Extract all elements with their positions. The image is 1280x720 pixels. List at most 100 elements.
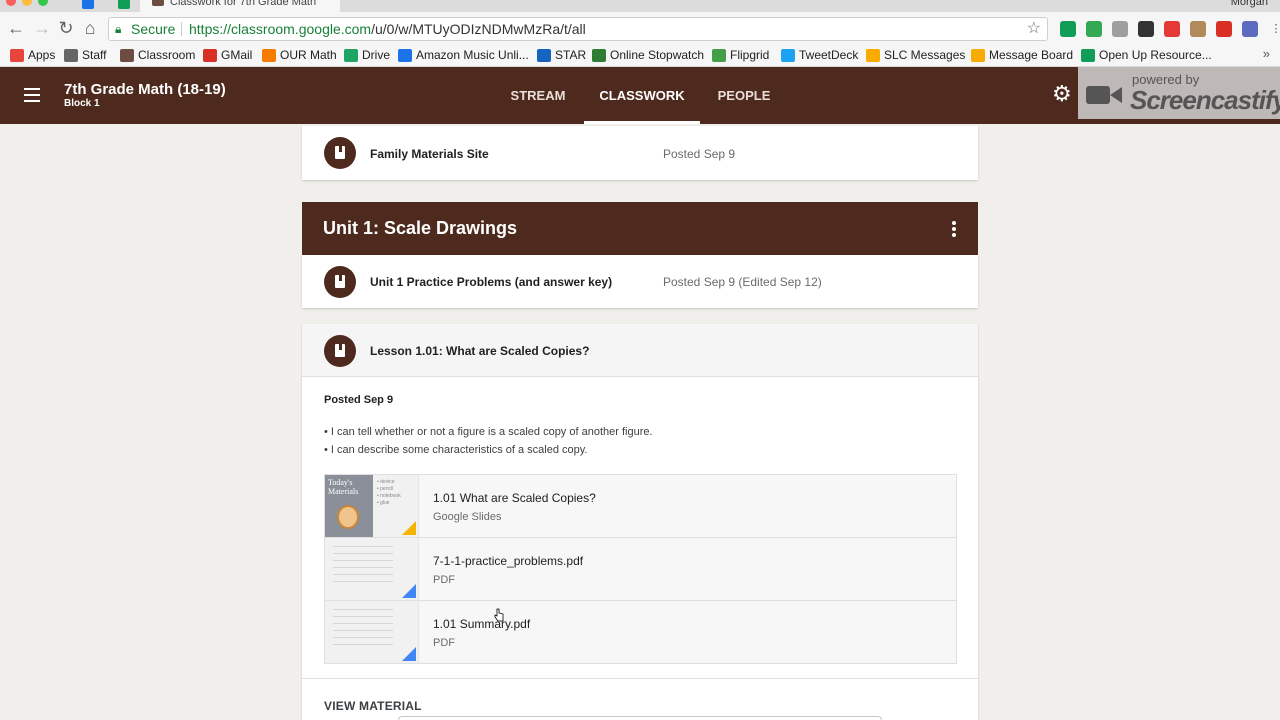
attachment-title[interactable]: 1.01 Summary.pdf [433,617,530,631]
bookmark-label: Flipgrid [730,48,770,62]
sheets-icon [1081,48,1095,62]
bookmark-label: Staff [82,48,107,62]
close-window-icon[interactable] [6,0,16,6]
bookmark-label: SLC Messages [884,48,966,62]
back-arrow-icon[interactable]: ← [6,18,26,38]
bookmark-item[interactable]: OUR Math [262,48,337,62]
material-lesson-expanded: Lesson 1.01: What are Scaled Copies? Pos… [302,324,978,720]
bookmark-label: Message Board [989,48,1074,62]
bookmark-item[interactable]: Amazon Music Unli... [398,48,529,62]
comment-input[interactable] [398,716,882,720]
active-browser-tab[interactable]: Classwork for 7th Grade Math [140,0,340,12]
chromecast-icon[interactable] [1112,21,1128,37]
material-book-icon [324,335,356,367]
attachment-slides[interactable]: Today's Materials • device • pencil • no… [325,475,956,538]
class-section: Block 1 [64,98,100,109]
material-date: Posted Sep 9 (Edited Sep 12) [663,275,822,289]
drive-icon [344,48,358,62]
tab-people[interactable]: PEOPLE [708,67,780,124]
our-math-icon [262,48,276,62]
profile-name[interactable]: Morgan [1231,0,1268,8]
classroom-icon [120,48,134,62]
material-title[interactable]: Family Materials Site [370,147,489,161]
browser-toolbar: ← → ↻ ⌂ 🔒︎ Secure https://classroom.goog… [0,12,1280,46]
bookmark-item[interactable]: Apps [10,48,55,62]
lesson-posted-date: Posted Sep 9 [324,394,394,406]
lesson-header[interactable]: Lesson 1.01: What are Scaled Copies? [302,324,978,377]
lesson-objective: • I can tell whether or not a figure is … [324,426,653,438]
bookmark-label: Open Up Resource... [1099,48,1212,62]
bookmark-label: TweetDeck [799,48,859,62]
chrome-menu-icon[interactable]: ⋮ [1268,21,1280,37]
view-material-link[interactable]: VIEW MATERIAL [324,699,422,713]
material-book-icon [324,266,356,298]
sheets-tab-icon[interactable] [118,0,130,9]
url-text: https://classroom.google.com/u/0/w/MTUyO… [189,21,586,37]
bookmark-item[interactable]: TweetDeck [781,48,858,62]
bookmark-star-icon[interactable]: ☆ [1027,18,1041,40]
material-practice-problems[interactable]: Unit 1 Practice Problems (and answer key… [302,255,978,308]
material-date: Posted Sep 9 [663,147,736,161]
tab-stream[interactable]: STREAM [500,67,576,124]
window-controls[interactable] [6,0,48,6]
attachment-type: Google Slides [433,511,502,523]
tab-classwork[interactable]: CLASSWORK [584,67,700,124]
attachments-list: Today's Materials • device • pencil • no… [324,474,957,664]
tab-title: Classwork for 7th Grade Math [170,0,317,8]
green-extension-icon[interactable] [1086,21,1102,37]
hand-cursor-icon [494,608,504,622]
material-family-site[interactable]: Family Materials Site Posted Sep 9 [302,126,978,180]
bookmark-item[interactable]: Staff [64,48,106,62]
pinned-tab-icon[interactable] [82,0,94,9]
attachment-type: PDF [433,574,455,586]
maximize-window-icon[interactable] [38,0,48,6]
class-title[interactable]: 7th Grade Math (18-19) [64,81,226,98]
bookmark-item[interactable]: Message Board [971,48,1073,62]
more-bookmarks-icon[interactable]: » [1263,46,1270,61]
address-bar[interactable]: 🔒︎ Secure https://classroom.google.com/u… [108,17,1048,41]
screencastify-watermark: powered by Screencastify [1078,67,1280,119]
pdf-thumbnail [325,538,419,600]
bookmark-item[interactable]: Online Stopwatch [592,48,704,62]
watermark-brand: Screencastify [1130,85,1280,115]
lesson-title[interactable]: Lesson 1.01: What are Scaled Copies? [370,344,589,358]
folder-icon [64,48,78,62]
screencastify-extension-icon[interactable] [1164,21,1180,37]
cast-extension-icon[interactable] [1060,21,1076,37]
attachment-title[interactable]: 7-1-1-practice_problems.pdf [433,554,583,568]
pen-extension-icon[interactable] [1216,21,1232,37]
c-extension-icon[interactable] [1242,21,1258,37]
secure-label: Secure [131,21,176,37]
extension-icons: ⋮ [1060,21,1280,37]
bookmark-label: STAR [555,48,587,62]
main-menu-icon[interactable] [24,88,40,102]
settings-gear-icon[interactable]: ⚙ [1052,83,1074,105]
bookmark-item[interactable]: Drive [344,48,390,62]
bookmark-label: Apps [28,48,56,62]
bookmark-label: OUR Math [280,48,337,62]
attachment-pdf[interactable]: 1.01 Summary.pdf PDF [325,601,956,664]
bookmark-label: GMail [221,48,253,62]
material-title[interactable]: Unit 1 Practice Problems (and answer key… [370,275,612,289]
folder-icon [971,48,985,62]
minimize-window-icon[interactable] [22,0,32,6]
attachment-pdf[interactable]: 7-1-1-practice_problems.pdf PDF [325,538,956,601]
home-icon[interactable]: ⌂ [80,18,100,38]
attachment-title[interactable]: 1.01 What are Scaled Copies? [433,491,596,505]
topic-more-options-icon[interactable] [952,221,956,237]
thumbnail-text: Today's Materials [328,478,359,496]
browser-tab-strip: Classwork for 7th Grade Math Morgan [0,0,1280,12]
cookie-extension-icon[interactable] [1190,21,1206,37]
bookmark-item[interactable]: Open Up Resource... [1081,48,1212,62]
topic-title: Unit 1: Scale Drawings [323,218,518,238]
bookmark-item[interactable]: SLC Messages [866,48,965,62]
tweetdeck-icon [781,48,795,62]
bookmark-item[interactable]: Flipgrid [712,48,769,62]
bookmark-item[interactable]: GMail [203,48,252,62]
bookmark-item[interactable]: Classroom [120,48,195,62]
microphone-icon[interactable] [1138,21,1154,37]
lesson-objective: • I can describe some characteristics of… [324,444,588,456]
bookmark-item[interactable]: STAR [537,48,586,62]
forward-arrow-icon[interactable]: → [32,18,52,38]
reload-icon[interactable]: ↻ [56,18,76,38]
